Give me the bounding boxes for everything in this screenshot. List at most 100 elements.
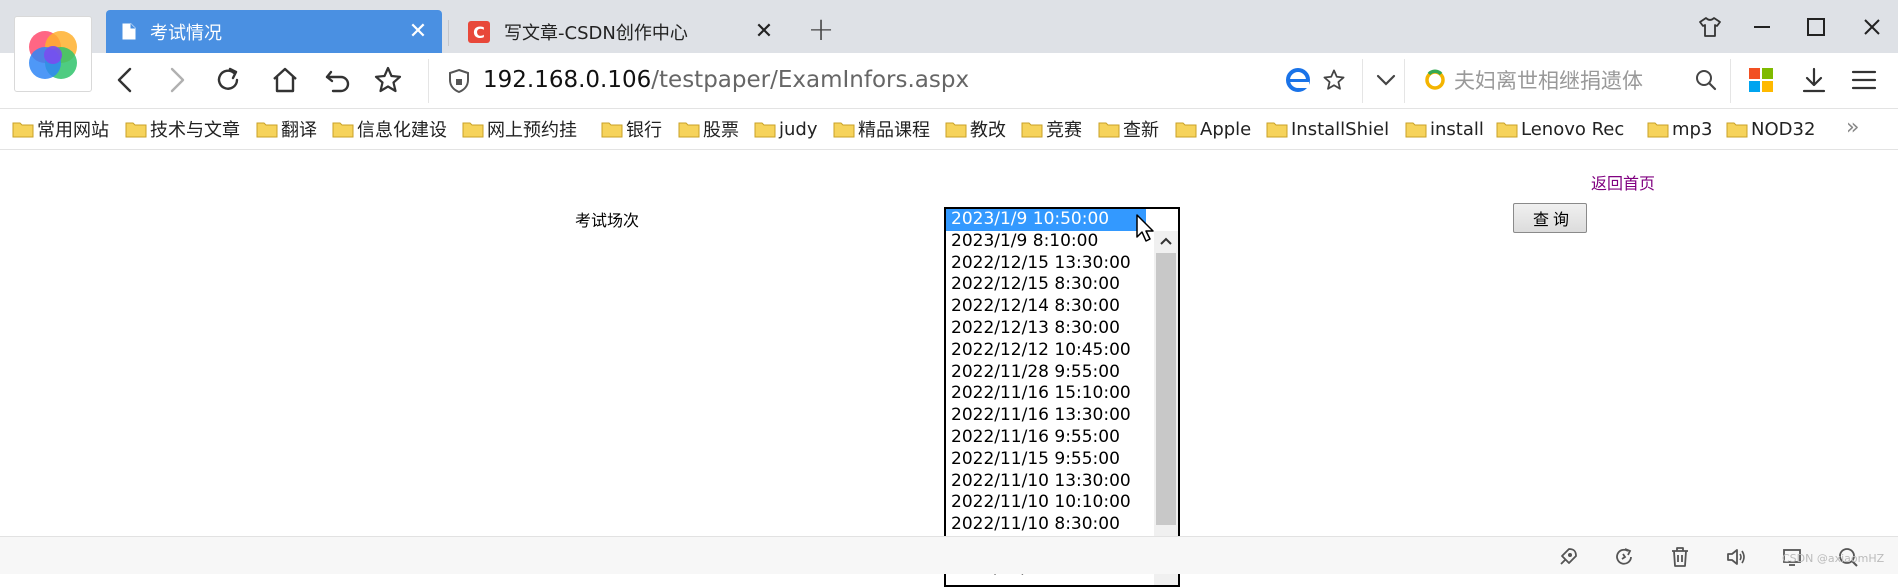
session-option[interactable]: 2022/12/14 8:30:00 [946,296,1157,318]
url-host: 192.168.0.106 [483,67,652,93]
session-option[interactable]: 2022/11/10 10:10:00 [946,492,1157,514]
tab-title: 考试情况 [150,22,222,44]
home-icon[interactable] [267,62,303,98]
back-icon[interactable] [108,62,144,98]
bookmark-item[interactable]: judy [754,117,818,141]
folder-icon [1647,120,1669,138]
bookmark-label: 常用网站 [37,120,109,141]
folder-icon [1496,120,1518,138]
mouse-cursor-icon [1135,213,1157,247]
more-bookmarks-icon[interactable]: » [1846,115,1859,140]
bookmark-item[interactable]: 翻译 [256,117,317,141]
search-icon[interactable] [1688,62,1724,98]
chevron-down-icon[interactable] [1368,62,1404,98]
rocket-icon[interactable] [1556,545,1580,569]
tab-csdn[interactable]: C 写文章-CSDN创作中心 ✕ [452,10,788,53]
apps-icon[interactable] [1743,62,1779,98]
bookmark-label: 查新 [1123,120,1159,141]
folder-icon [1405,120,1427,138]
folder-icon [678,120,700,138]
bookmark-label: mp3 [1672,118,1713,140]
bookmark-item[interactable]: 查新 [1098,117,1159,141]
bookmark-item[interactable]: 股票 [678,117,739,141]
bookmark-item[interactable]: 竞赛 [1021,117,1082,141]
bookmark-item[interactable]: NOD32 [1726,117,1815,141]
minimize-icon[interactable] [1742,8,1782,46]
bookmark-star-icon[interactable] [1316,62,1352,98]
session-listbox[interactable]: 2023/1/9 10:50:00 2023/1/9 8:10:00 2022/12… [944,207,1180,587]
refresh-speed-icon[interactable] [1612,545,1636,569]
session-option[interactable]: 2022/11/10 13:30:00 [946,471,1157,493]
trash-icon[interactable] [1668,545,1692,569]
favorite-star-icon[interactable] [370,62,406,98]
speaker-icon[interactable] [1724,545,1748,569]
bookmark-item[interactable]: 网上预约挂 [462,117,577,141]
session-option[interactable]: 2022/11/28 9:55:00 [946,362,1157,384]
browser-logo-icon[interactable] [14,16,92,92]
csdn-icon: C [468,20,490,43]
folder-icon [1266,120,1288,138]
new-tab-button[interactable]: + [806,13,836,45]
bookmark-label: judy [779,118,818,140]
status-bar: CSDN @axiaomHZ [0,536,1898,574]
session-option[interactable]: 2022/11/16 9:55:00 [946,427,1157,449]
close-icon[interactable]: ✕ [754,20,774,43]
security-shield-icon[interactable] [448,68,470,98]
close-window-icon[interactable] [1852,8,1892,46]
scroll-up-icon[interactable] [1154,231,1178,251]
folder-icon [1021,120,1043,138]
bookmark-item[interactable]: install [1405,117,1484,141]
return-home-link[interactable]: 返回首页 [1591,170,1655,194]
search-input[interactable]: 夫妇离世相继捐遗体 [1416,65,1716,95]
address-input[interactable]: 192.168.0.106/testpaper/ExamInfors.aspx [483,65,969,95]
folder-icon [12,120,34,138]
close-icon[interactable]: ✕ [408,20,428,43]
bookmark-item[interactable]: Lenovo Rec [1496,117,1624,141]
session-label: 考试场次 [575,211,640,230]
session-option[interactable]: 2022/11/16 13:30:00 [946,405,1157,427]
maximize-icon[interactable] [1796,8,1836,46]
menu-icon[interactable] [1846,62,1882,98]
folder-icon [332,120,354,138]
folder-icon [125,120,147,138]
session-option[interactable]: 2023/1/9 10:50:00 [946,209,1146,231]
bookmark-item[interactable]: 常用网站 [12,117,109,141]
tab-exam-info[interactable]: 考试情况 ✕ [106,10,442,53]
bookmark-label: install [1430,118,1484,140]
folder-icon [945,120,967,138]
bookmark-item[interactable]: 精品课程 [833,117,930,141]
bookmark-label: 技术与文章 [150,120,240,141]
bookmark-item[interactable]: mp3 [1647,117,1712,141]
ie-mode-icon[interactable] [1280,62,1316,98]
skin-icon[interactable] [1690,8,1730,46]
session-option[interactable]: 2022/12/15 13:30:00 [946,253,1157,275]
session-option[interactable]: 2023/1/9 8:10:00 [946,231,1157,253]
folder-icon [1098,120,1120,138]
bookmark-item[interactable]: 信息化建设 [332,117,447,141]
bookmark-item[interactable]: InstallShiel [1266,117,1389,141]
session-option[interactable]: 2022/11/16 15:10:00 [946,383,1157,405]
bookmark-label: 精品课程 [858,120,930,141]
bookmarks-bar: » 常用网站 技术与文章 翻译 信息化建设 网上预约挂 银行 股票 judy 精品课程 教改 竞赛 查… [0,109,1898,150]
session-option[interactable]: 2022/12/13 8:30:00 [946,318,1157,340]
undo-close-icon[interactable] [320,62,356,98]
reload-icon[interactable] [210,62,246,98]
folder-icon [1726,120,1748,138]
watermark: CSDN @axiaomHZ [1782,552,1885,565]
url-path: /testpaper/ExamInfors.aspx [651,67,970,93]
session-option[interactable]: 2022/12/12 10:45:00 [946,340,1157,362]
session-option[interactable]: 2022/11/10 8:30:00 [946,514,1157,536]
bookmark-item[interactable]: Apple [1175,117,1251,141]
search-engine-icon [1425,69,1445,90]
bookmark-label: 网上预约挂 [487,120,577,141]
folder-icon [754,120,776,138]
session-option[interactable]: 2022/12/15 8:30:00 [946,274,1157,296]
scrollbar-thumb[interactable] [1156,253,1176,525]
download-icon[interactable] [1796,62,1832,98]
bookmark-item[interactable]: 技术与文章 [125,117,240,141]
bookmark-item[interactable]: 教改 [945,117,1006,141]
bookmark-item[interactable]: 银行 [601,117,662,141]
forward-icon[interactable] [158,62,194,98]
session-option[interactable]: 2022/11/15 9:55:00 [946,449,1157,471]
query-button[interactable]: 查询 [1513,203,1587,233]
